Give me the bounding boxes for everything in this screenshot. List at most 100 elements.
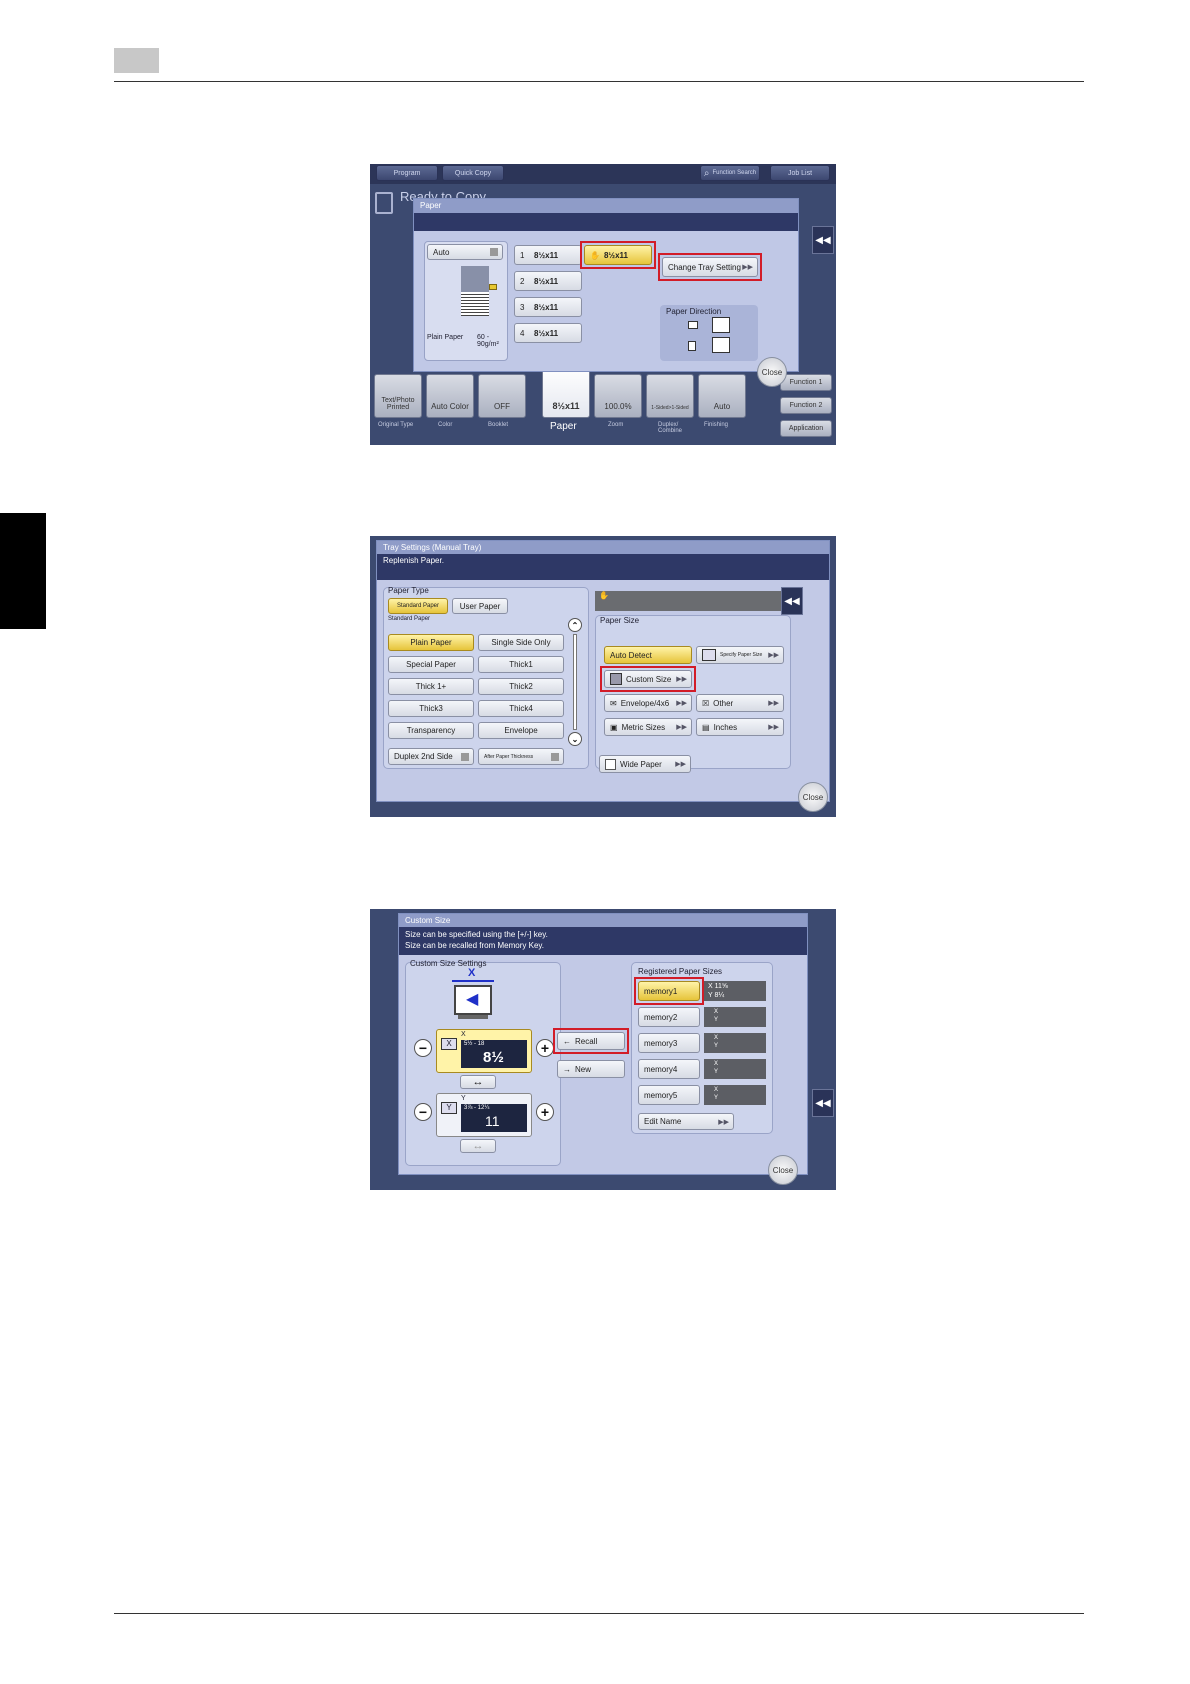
job-list-button[interactable]: Job List bbox=[770, 165, 830, 181]
type-thick1-plus[interactable]: Thick 1+ bbox=[388, 678, 474, 695]
tab-user-paper[interactable]: User Paper bbox=[452, 598, 508, 614]
collapse-panel-icon[interactable]: ◀◀ bbox=[781, 587, 803, 615]
memory4-y: Y bbox=[714, 1069, 719, 1075]
info-line-2: Size can be recalled from Memory Key. bbox=[405, 941, 545, 950]
tray-4-button[interactable]: 4 8½x11 bbox=[514, 323, 582, 343]
y-field-letter: Y bbox=[461, 1095, 466, 1102]
program-button[interactable]: Program bbox=[376, 165, 438, 181]
tile-paper[interactable]: 8½x11 bbox=[542, 366, 590, 418]
copy-icon bbox=[375, 192, 393, 214]
memory5-values: XY bbox=[704, 1085, 766, 1105]
auto-button[interactable]: Auto bbox=[427, 244, 503, 260]
registered-paper-sizes-label: Registered Paper Sizes bbox=[638, 967, 723, 976]
scrollbar[interactable] bbox=[573, 634, 577, 730]
tray-3-num: 3 bbox=[520, 302, 525, 312]
memory3-button[interactable]: memory3 bbox=[638, 1033, 700, 1053]
auto-detect-button[interactable]: Auto Detect bbox=[604, 646, 692, 664]
highlight-recall bbox=[553, 1028, 629, 1054]
application-button[interactable]: Application bbox=[780, 420, 832, 437]
tile-booklet-label: OFF bbox=[494, 402, 510, 411]
tray-1-button[interactable]: 1 8½x11 bbox=[514, 245, 582, 265]
double-arrow-icon: ▶▶ bbox=[768, 652, 779, 659]
scroll-up-icon[interactable]: ⌃ bbox=[568, 618, 582, 632]
auto-label: Auto bbox=[433, 247, 450, 257]
footer-rule bbox=[114, 1613, 1084, 1614]
wide-paper-button[interactable]: Wide Paper ▶▶ bbox=[599, 755, 691, 773]
paper-feed-base bbox=[458, 1015, 488, 1019]
scroll-down-icon[interactable]: ⌄ bbox=[568, 732, 582, 746]
function-2-button[interactable]: Function 2 bbox=[780, 397, 832, 414]
quick-copy-button[interactable]: Quick Copy bbox=[442, 165, 504, 181]
type-thick2[interactable]: Thick2 bbox=[478, 678, 564, 695]
checkbox-icon bbox=[605, 758, 616, 770]
x-minus-button[interactable]: − bbox=[414, 1039, 432, 1057]
type-transparency[interactable]: Transparency bbox=[388, 722, 474, 739]
edit-name-label: Edit Name bbox=[644, 1117, 682, 1126]
new-button[interactable]: → New bbox=[557, 1060, 625, 1078]
type-thick4[interactable]: Thick4 bbox=[478, 700, 564, 717]
x-plus-button[interactable]: + bbox=[536, 1039, 554, 1057]
y-swap-button[interactable]: ↔ bbox=[460, 1139, 496, 1153]
memory5-button[interactable]: memory5 bbox=[638, 1085, 700, 1105]
expand-panel-icon[interactable]: ◀◀ bbox=[812, 1089, 834, 1117]
specify-paper-size-button[interactable]: Specify Paper Size ▶▶ bbox=[696, 646, 784, 664]
paper-size-label: Paper Size bbox=[600, 616, 640, 625]
auto-panel: Auto Plain Paper 60 - 90g/m² bbox=[424, 241, 508, 361]
memory4-button[interactable]: memory4 bbox=[638, 1059, 700, 1079]
memory2-x: X bbox=[714, 1009, 719, 1015]
tile-color[interactable]: Auto Color bbox=[426, 374, 474, 418]
type-plain-paper[interactable]: Plain Paper bbox=[388, 634, 474, 651]
other-button[interactable]: ☒ Other ▶▶ bbox=[696, 694, 784, 712]
function-1-button[interactable]: Function 1 bbox=[780, 374, 832, 391]
edit-name-button[interactable]: Edit Name ▶▶ bbox=[638, 1113, 734, 1130]
tab-standard-paper[interactable]: Standard Paper bbox=[388, 598, 448, 614]
tile-duplex[interactable]: 1-Sided>1-Sided bbox=[646, 374, 694, 418]
other-label: Other bbox=[713, 698, 734, 708]
after-paper-thickness-button[interactable]: After Paper Thickness bbox=[478, 748, 564, 765]
type-envelope[interactable]: Envelope bbox=[478, 722, 564, 739]
close-button[interactable]: Close bbox=[757, 357, 787, 387]
metric-sizes-button[interactable]: ▣ Metric Sizes ▶▶ bbox=[604, 718, 692, 736]
tray-3-button[interactable]: 3 8½x11 bbox=[514, 297, 582, 317]
expand-panel-icon[interactable]: ◀◀ bbox=[812, 226, 834, 254]
tile-zoom[interactable]: 100.0% bbox=[594, 374, 642, 418]
tray-3-size: 8½x11 bbox=[534, 302, 559, 312]
type-thick3[interactable]: Thick3 bbox=[388, 700, 474, 717]
dialog-title: Paper bbox=[414, 199, 798, 213]
top-bar bbox=[370, 164, 836, 184]
close-button[interactable]: Close bbox=[768, 1155, 798, 1185]
tile-original-type[interactable]: Text/Photo Printed bbox=[374, 374, 422, 418]
x-swap-button[interactable]: ↔ bbox=[460, 1075, 496, 1089]
memory4-x: X bbox=[714, 1061, 719, 1067]
tile-finishing[interactable]: Auto bbox=[698, 374, 746, 418]
envelope-button[interactable]: ✉ Envelope/4x6 ▶▶ bbox=[604, 694, 692, 712]
duplex-2nd-side-button[interactable]: Duplex 2nd Side bbox=[388, 748, 474, 765]
x-value-field[interactable]: X X 5½ - 18 8½ bbox=[436, 1029, 532, 1073]
caption-duplex: Duplex/ Combine bbox=[658, 422, 683, 434]
y-value-text: 11 bbox=[485, 1113, 500, 1129]
landscape-direction-icon[interactable] bbox=[712, 317, 730, 333]
memory2-button[interactable]: memory2 bbox=[638, 1007, 700, 1027]
tile-paper-label: 8½x11 bbox=[552, 401, 580, 411]
inches-button[interactable]: ▤ Inches ▶▶ bbox=[696, 718, 784, 736]
custom-size-message: Size can be specified using the [+/-] ke… bbox=[399, 927, 807, 955]
y-plus-button[interactable]: + bbox=[536, 1103, 554, 1121]
tray-2-button[interactable]: 2 8½x11 bbox=[514, 271, 582, 291]
function-search-button[interactable]: ⌕ Function Search bbox=[700, 165, 760, 181]
y-value-field[interactable]: Y Y 3⅞ - 12¼ 11 bbox=[436, 1093, 532, 1137]
x-field-letter: X bbox=[461, 1031, 466, 1038]
memory5-y: Y bbox=[714, 1095, 719, 1101]
tile-zoom-label: 100.0% bbox=[604, 402, 632, 411]
tile-original-type-label: Text/Photo Printed bbox=[381, 397, 415, 411]
portrait-direction-icon[interactable] bbox=[712, 337, 730, 353]
envelope-label: Envelope/4x6 bbox=[620, 698, 670, 708]
type-thick1[interactable]: Thick1 bbox=[478, 656, 564, 673]
type-single-side-only[interactable]: Single Side Only bbox=[478, 634, 564, 651]
tray-2-size: 8½x11 bbox=[534, 276, 559, 286]
type-special-paper[interactable]: Special Paper bbox=[388, 656, 474, 673]
close-button[interactable]: Close bbox=[798, 782, 828, 812]
tile-booklet[interactable]: OFF bbox=[478, 374, 526, 418]
envelope-icon: ✉ bbox=[610, 698, 617, 708]
function-search-label: Function Search bbox=[712, 170, 757, 176]
y-minus-button[interactable]: − bbox=[414, 1103, 432, 1121]
